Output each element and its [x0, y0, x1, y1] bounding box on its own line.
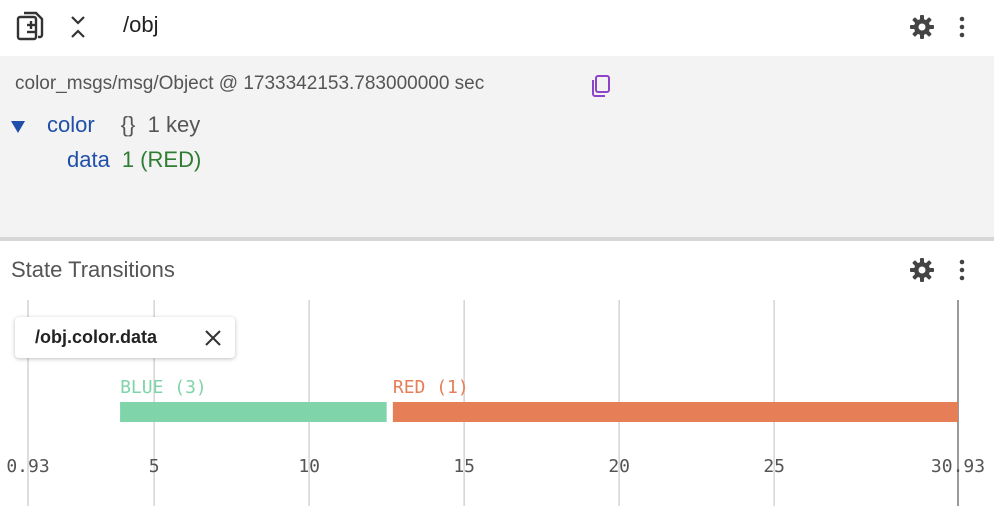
more-vert-icon[interactable]	[954, 258, 970, 282]
x-tick-label: 10	[298, 456, 320, 477]
x-tick-label: 5	[149, 456, 160, 477]
raw-messages-panel: /obj color_msgs/msg/Object @ 1733342153.…	[0, 0, 994, 237]
state-segment-label: BLUE (3)	[120, 377, 207, 398]
series-label-chip[interactable]: /obj.color.data	[15, 317, 235, 358]
message-type-timestamp: color_msgs/msg/Object @ 1733342153.78300…	[15, 73, 485, 94]
tree-row-color[interactable]: color {} 1 key	[10, 112, 200, 138]
panel-title: State Transitions	[11, 257, 175, 282]
state-transitions-plot[interactable]: BLUE (3) RED (1) 0.93 5 10 15 20 25 30.93 /obj.c…	[0, 300, 994, 506]
gear-icon[interactable]	[909, 14, 935, 40]
x-tick-label: 0.93	[6, 456, 49, 477]
close-icon[interactable]	[203, 328, 223, 348]
tree-row-data: data 1 (RED)	[67, 147, 201, 173]
state-segment[interactable]	[392, 402, 958, 422]
x-tick-label: 20	[608, 456, 630, 477]
series-label: /obj.color.data	[35, 327, 158, 347]
tree-value: 1 (RED)	[121, 147, 202, 172]
state-segment-label: RED (1)	[393, 377, 469, 398]
raw-messages-toolbar: /obj	[0, 0, 994, 56]
topic-path[interactable]: /obj	[123, 12, 158, 38]
more-vert-icon[interactable]	[954, 15, 970, 39]
gear-icon[interactable]	[909, 257, 935, 283]
tree-meta: {} 1 key	[120, 112, 201, 137]
tree-key: data	[67, 147, 110, 172]
x-tick-label: 25	[763, 456, 785, 477]
state-transitions-toolbar: State Transitions	[0, 241, 994, 300]
x-tick-label: 30.93	[931, 456, 985, 477]
state-segment[interactable]	[120, 402, 387, 422]
copy-icon[interactable]	[590, 74, 612, 98]
collapse-arrows-icon[interactable]	[68, 14, 88, 40]
x-tick-label: 15	[453, 456, 475, 477]
file-plus-icon[interactable]	[16, 10, 46, 42]
tree-key: color	[47, 112, 95, 137]
